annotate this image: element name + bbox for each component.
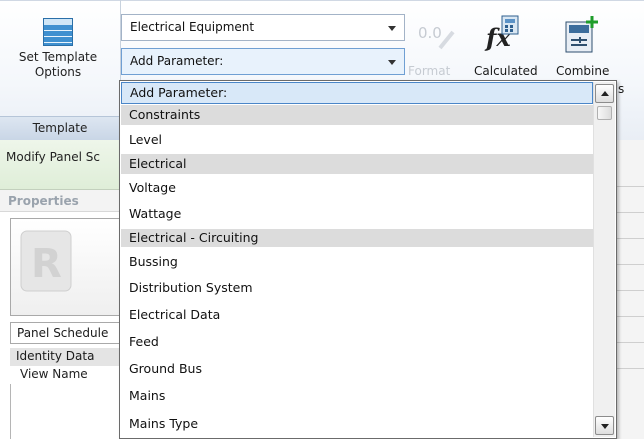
list-item[interactable]: Add Parameter:: [121, 82, 593, 104]
scroll-thumb[interactable]: [597, 106, 612, 120]
list-group-header: Electrical - Circuiting: [121, 229, 593, 247]
category-combo-value: Electrical Equipment: [130, 20, 255, 34]
properties-border: [10, 384, 11, 439]
dropdown-scrollbar[interactable]: [593, 82, 615, 437]
format-button[interactable]: 0.0: [416, 18, 460, 52]
add-parameter-combo-value: Add Parameter:: [130, 54, 224, 68]
list-item[interactable]: Ground Bus: [121, 356, 593, 382]
modify-panel-label: Modify Panel Sc: [6, 150, 100, 164]
table-grid-icon: [43, 18, 73, 46]
chevron-down-icon[interactable]: [388, 49, 398, 74]
view-name-label: View Name: [20, 367, 88, 381]
set-template-options-label: Set Template Options: [18, 50, 98, 79]
add-parameter-combo[interactable]: Add Parameter:: [121, 48, 405, 75]
parameter-dropdown-list[interactable]: Add Parameter: Constraints Level Electri…: [119, 80, 617, 439]
calculated-label: Calculated: [474, 64, 538, 78]
list-group-header: Electrical: [121, 154, 593, 174]
combine-parameters-icon: [565, 16, 598, 53]
list-item[interactable]: Mains: [121, 383, 593, 409]
combine-button[interactable]: [560, 14, 608, 58]
type-selector[interactable]: Panel Schedule: [10, 322, 121, 344]
function-fx-icon: fx: [484, 15, 519, 52]
list-item[interactable]: Feed: [121, 329, 593, 355]
list-group-header: Constraints: [121, 105, 593, 125]
combine-label: Combine: [556, 64, 610, 78]
pencil-shape: [438, 30, 455, 50]
list-item[interactable]: Mains Type: [121, 411, 593, 437]
scroll-up-icon[interactable]: [595, 84, 614, 103]
list-item[interactable]: Wattage: [121, 201, 593, 226]
set-template-options-button[interactable]: Set Template Options: [4, 14, 112, 106]
list-item[interactable]: Voltage: [121, 175, 593, 200]
category-combo[interactable]: Electrical Equipment: [121, 14, 405, 41]
combine-suffix: s: [618, 82, 625, 96]
list-item[interactable]: Distribution System: [121, 275, 593, 301]
properties-title: Properties: [0, 190, 121, 212]
svg-text:R: R: [31, 241, 62, 287]
format-pencil-icon: 0.0: [416, 18, 456, 50]
list-item[interactable]: Electrical Data: [121, 302, 593, 328]
format-label: Format: [408, 64, 451, 78]
list-item[interactable]: Bussing: [121, 249, 593, 274]
type-preview-image: R: [10, 218, 121, 316]
revit-logo-icon: R: [20, 230, 72, 292]
scroll-down-icon[interactable]: [595, 416, 614, 435]
list-item[interactable]: Level: [121, 127, 593, 152]
identity-data-group[interactable]: Identity Data: [10, 348, 121, 366]
chevron-down-icon[interactable]: [388, 15, 398, 40]
template-group-label: Template: [0, 116, 120, 140]
modify-contextual-bar: Modify Panel Sc: [0, 140, 121, 190]
calculated-button[interactable]: fx: [472, 14, 532, 58]
